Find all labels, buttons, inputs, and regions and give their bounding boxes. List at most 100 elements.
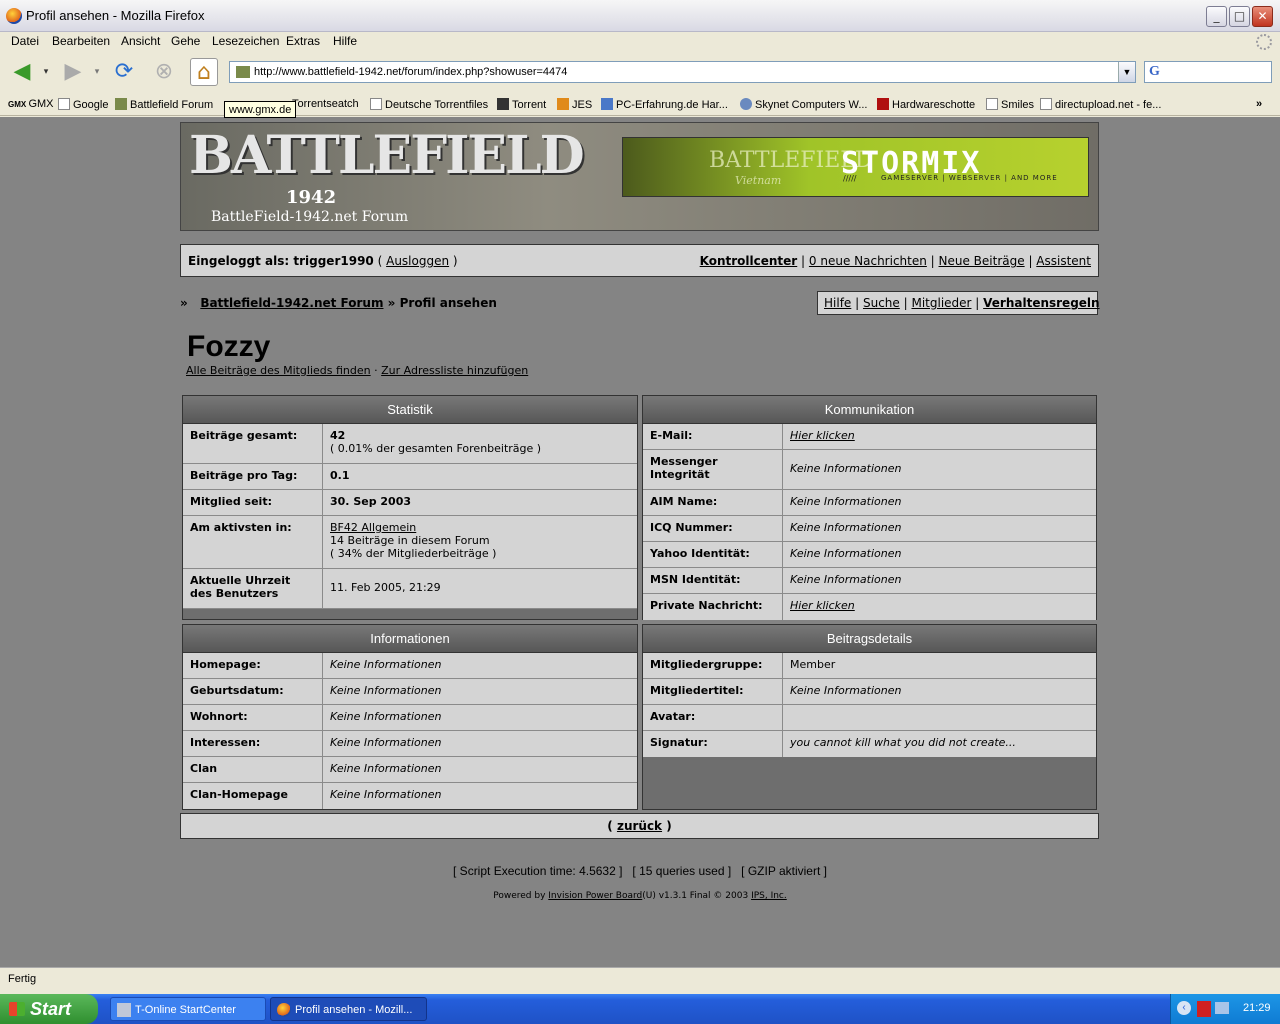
kommunikation-box: Kommunikation E-Mail: Hier klicken Messen… [642, 395, 1097, 620]
beitragsdetails-header: Beitragsdetails [643, 625, 1096, 653]
bookmark-jes[interactable]: JES [557, 98, 592, 111]
table-row: E-Mail: Hier klicken [643, 424, 1096, 450]
bookmark-pc-erfahrung[interactable]: PC-Erfahrung.de Har... [601, 98, 728, 111]
url-dropdown-icon[interactable]: ▼ [1118, 62, 1135, 82]
bookmark-gmx[interactable]: GMX GMX [8, 98, 54, 110]
forward-arrow-icon[interactable]: ▶ [59, 58, 87, 86]
informationen-header: Informationen [183, 625, 637, 653]
profile-name: Fozzy [187, 330, 271, 363]
find-posts-link[interactable]: Alle Beiträge des Mitglieds finden [186, 364, 371, 377]
google-search-icon[interactable]: G [1149, 64, 1160, 80]
menu-gehe[interactable]: Gehe [171, 34, 200, 48]
table-row: Clan-Homepage Keine Informationen [183, 783, 637, 809]
tank-icon [115, 98, 127, 110]
help-link[interactable]: Hilfe [824, 296, 851, 310]
table-row: Yahoo Identität: Keine Informationen [643, 542, 1096, 568]
task-tonline[interactable]: T-Online StartCenter [110, 997, 266, 1021]
clock: 21:29 [1243, 1002, 1271, 1014]
back-arrow-icon[interactable]: ◀ [8, 58, 36, 86]
window-title: Profil ansehen - Mozilla Firefox [26, 8, 205, 23]
chevron-more-icon[interactable]: » [1256, 98, 1262, 110]
bookmark-google[interactable]: Google [58, 98, 108, 111]
menu-bar: Datei Bearbeiten Ansicht Gehe Lesezeiche… [0, 32, 1280, 52]
reload-icon[interactable]: ⟳ [110, 58, 138, 86]
stop-icon[interactable]: ⊗ [150, 58, 178, 86]
address-bar[interactable]: http://www.battlefield-1942.net/forum/in… [229, 61, 1136, 83]
back-bar: ( zurück ) [180, 813, 1099, 839]
execution-stats: [ Script Execution time: 4.5632 ] [ 15 q… [453, 864, 827, 878]
rules-link[interactable]: Verhaltensregeln [983, 296, 1099, 310]
user-bar: Eingeloggt als: trigger1990 ( Ausloggen … [180, 244, 1099, 277]
breadcrumb-forum-link[interactable]: Battlefield-1942.net Forum [200, 296, 383, 310]
ips-link[interactable]: IPS, Inc. [751, 891, 787, 901]
minimize-button[interactable]: _ [1206, 6, 1227, 27]
menu-extras[interactable]: Extras [286, 34, 320, 48]
bookmark-torrent[interactable]: Torrent [497, 98, 546, 111]
table-row: Mitgliedergruppe: Member [643, 653, 1096, 679]
menu-bearbeiten[interactable]: Bearbeiten [52, 34, 110, 48]
bookmark-deutsche-torrentfiles[interactable]: Deutsche Torrentfiles [370, 98, 488, 111]
close-button[interactable]: ✕ [1252, 6, 1273, 27]
table-row: Am aktivsten in: BF42 Allgemein 14 Beiträ… [183, 516, 637, 569]
logout-link[interactable]: Ausloggen [386, 254, 449, 268]
stormix-ad[interactable]: BATTLEFIELD Vietnam STORMIX ///// GAMESE… [622, 137, 1089, 197]
search-link[interactable]: Suche [863, 296, 900, 310]
search-input[interactable]: G [1144, 61, 1272, 83]
table-row: Clan Keine Informationen [183, 757, 637, 783]
menu-hilfe[interactable]: Hilfe [333, 34, 357, 48]
pc-icon [601, 98, 613, 110]
back-link[interactable]: zurück [617, 819, 662, 833]
table-row: Mitgliedertitel: Keine Informationen [643, 679, 1096, 705]
kontrollcenter-link[interactable]: Kontrollcenter [700, 254, 798, 268]
antivirus-icon[interactable] [1197, 1001, 1211, 1017]
menu-datei[interactable]: Datei [11, 34, 39, 48]
bookmark-hardwareschotte[interactable]: Hardwareschotte [877, 98, 975, 111]
bookmark-skynet[interactable]: Skynet Computers W... [740, 98, 867, 111]
firefox-icon [6, 8, 22, 24]
banner-forum-name: BattleField-1942.net Forum [211, 209, 409, 225]
bookmark-directupload[interactable]: directupload.net - fe... [1040, 98, 1161, 111]
new-posts-link[interactable]: Neue Beiträge [939, 254, 1025, 268]
email-link[interactable]: Hier klicken [783, 424, 1096, 449]
tray-expand-icon[interactable]: ‹ [1177, 1001, 1191, 1015]
assistant-link[interactable]: Assistent [1036, 254, 1091, 268]
taskbar: Start T-Online StartCenter Profil ansehe… [0, 994, 1280, 1024]
table-row: Aktuelle Uhrzeit des Benutzers 11. Feb 2… [183, 569, 637, 609]
private-message-link[interactable]: Hier klicken [783, 594, 1096, 620]
bookmark-smiles[interactable]: Smiles [986, 98, 1034, 111]
table-row: Beiträge gesamt: 42( 0.01% der gesamten … [183, 424, 637, 464]
active-forum-link[interactable]: BF42 Allgemein [330, 521, 416, 534]
status-text: Fertig [8, 973, 37, 985]
members-link[interactable]: Mitglieder [911, 296, 971, 310]
hws-icon [877, 98, 889, 110]
add-contact-link[interactable]: Zur Adressliste hinzufügen [381, 364, 528, 377]
window-titlebar: Profil ansehen - Mozilla Firefox _ □ ✕ [0, 0, 1280, 32]
table-row: Interessen: Keine Informationen [183, 731, 637, 757]
table-row: Geburtsdatum: Keine Informationen [183, 679, 637, 705]
table-row: AIM Name: Keine Informationen [643, 490, 1096, 516]
breadcrumb-current: » Profil ansehen [387, 296, 497, 310]
maximize-button[interactable]: □ [1229, 6, 1250, 27]
statistik-box: Statistik Beiträge gesamt: 42( 0.01% der… [182, 395, 638, 620]
ipb-link[interactable]: Invision Power Board [548, 891, 642, 901]
forward-dropdown-icon[interactable]: ▾ [89, 58, 105, 86]
menu-lesezeichen[interactable]: Lesezeichen [212, 34, 279, 48]
ad-tagline: GAMESERVER | WEBSERVER | AND MORE [881, 174, 1058, 182]
beitragsdetails-box: Beitragsdetails Mitgliedergruppe: Member … [642, 624, 1097, 810]
start-button[interactable]: Start [0, 994, 98, 1024]
google-icon [58, 98, 70, 110]
bookmark-battlefield[interactable]: Battlefield Forum [115, 98, 213, 111]
table-row: MSN Identität: Keine Informationen [643, 568, 1096, 594]
table-row: Beiträge pro Tag: 0.1 [183, 464, 637, 490]
network-icon[interactable] [1215, 1002, 1229, 1014]
messages-link[interactable]: 0 neue Nachrichten [809, 254, 927, 268]
informationen-box: Informationen Homepage: Keine Information… [182, 624, 638, 810]
ad-vietnam-text: Vietnam [735, 174, 782, 187]
home-icon[interactable]: ⌂ [190, 58, 218, 86]
menu-ansicht[interactable]: Ansicht [121, 34, 160, 48]
task-firefox[interactable]: Profil ansehen - Mozill... [270, 997, 427, 1021]
logged-in-text: Eingeloggt als: trigger1990 [188, 254, 374, 268]
back-dropdown-icon[interactable]: ▾ [38, 58, 54, 86]
bookmark-torrentseatch[interactable]: Torrentseatch [292, 98, 359, 110]
table-row: Messenger Integrität Keine Informationen [643, 450, 1096, 490]
